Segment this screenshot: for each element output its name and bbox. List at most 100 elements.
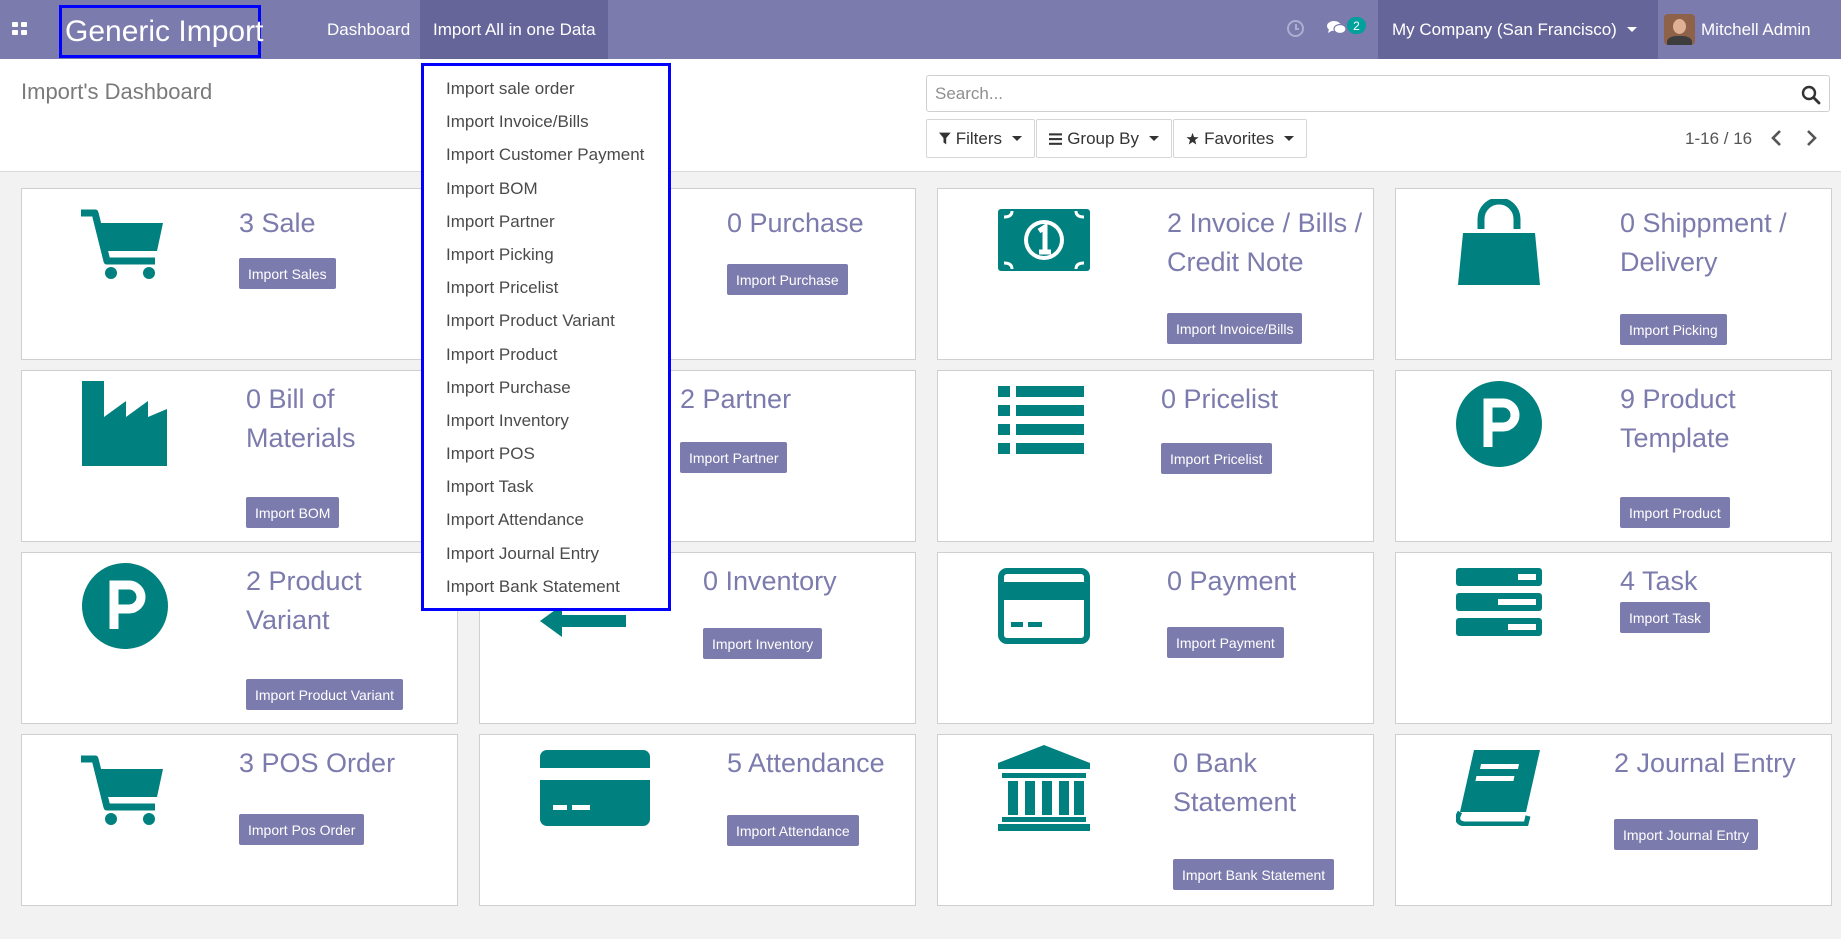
product-variant-p-icon (82, 563, 168, 649)
import-sales-button[interactable]: Import Sales (239, 258, 336, 289)
chevron-down-icon (1626, 27, 1637, 32)
filter-icon (939, 132, 951, 145)
search-box (926, 75, 1830, 112)
dropdown-item-journal-entry[interactable]: Import Journal Entry (424, 537, 668, 570)
import-payment-button[interactable]: Import Payment (1167, 627, 1284, 658)
import-purchase-button[interactable]: Import Purchase (727, 264, 848, 295)
import-picking-button[interactable]: Import Picking (1620, 314, 1727, 345)
card-task: 4 Task Import Task (1395, 552, 1832, 724)
import-bank-statement-button[interactable]: Import Bank Statement (1173, 859, 1335, 890)
import-product-variant-button[interactable]: Import Product Variant (246, 679, 404, 710)
control-panel: Import's Dashboard Filters Group By Favo… (0, 59, 1841, 172)
menu-dashboard[interactable]: Dashboard (327, 0, 410, 59)
card-title: 0 Purchase (727, 208, 864, 238)
chevron-down-icon (1284, 136, 1294, 141)
card-title: 0 Payment (1167, 566, 1297, 596)
card-pricelist: 0 Pricelist Import Pricelist (937, 370, 1374, 542)
pos-cart-icon (81, 755, 163, 825)
dropdown-item-task[interactable]: Import Task (424, 470, 668, 503)
menu-import-all[interactable]: Import All in one Data (420, 0, 608, 59)
avatar (1664, 14, 1695, 45)
page-title: Import's Dashboard (21, 79, 213, 104)
card-pos-order: 3 POS Order Import Pos Order (21, 734, 458, 906)
activity-clock-icon[interactable] (1287, 20, 1304, 37)
card-product-template: 9 Product Template Import Product (1395, 370, 1832, 542)
card-sale: 3 Sale Import Sales (21, 188, 458, 360)
card-journal-entry: 2 Journal Entry Import Journal Entry (1395, 734, 1832, 906)
favorites-button[interactable]: Favorites (1173, 119, 1307, 158)
dropdown-item-sale-order[interactable]: Import sale order (424, 72, 668, 105)
dropdown-item-partner[interactable]: Import Partner (424, 205, 668, 238)
import-invoice-button[interactable]: Import Invoice/Bills (1167, 313, 1303, 344)
product-p-icon (1456, 381, 1542, 467)
card-title: 0 Bank Statement (1173, 748, 1297, 817)
group-by-label: Group By (1067, 128, 1139, 148)
apps-menu-icon[interactable] (12, 22, 28, 36)
import-dropdown-menu: Import sale order Import Invoice/Bills I… (421, 63, 671, 611)
import-attendance-button[interactable]: Import Attendance (727, 815, 859, 846)
card-attendance: 5 Attendance Import Attendance (479, 734, 916, 906)
chevron-right-icon[interactable] (1800, 127, 1822, 149)
filters-button[interactable]: Filters (926, 119, 1035, 158)
import-bom-button[interactable]: Import BOM (246, 497, 340, 528)
dropdown-item-purchase[interactable]: Import Purchase (424, 371, 668, 404)
industry-icon (82, 381, 167, 466)
favorites-label: Favorites (1204, 128, 1274, 148)
dropdown-item-pricelist[interactable]: Import Pricelist (424, 271, 668, 304)
card-payment: 0 Payment Import Payment (937, 552, 1374, 724)
dropdown-item-bom[interactable]: Import BOM (424, 172, 668, 205)
search-input[interactable] (935, 80, 1775, 107)
tasks-icon (1456, 568, 1542, 636)
import-journal-entry-button[interactable]: Import Journal Entry (1614, 819, 1759, 850)
dropdown-item-product[interactable]: Import Product (424, 338, 668, 371)
card-title: 2 Invoice / Bills / Credit Note (1167, 208, 1363, 277)
search-icon[interactable] (1801, 85, 1821, 105)
card-bank-statement: 0 Bank Statement Import Bank Statement (937, 734, 1374, 906)
company-name: My Company (San Francisco) (1392, 19, 1617, 39)
card-title: 9 Product Template (1620, 384, 1736, 453)
chat-icon[interactable] (1327, 20, 1346, 35)
dropdown-item-inventory[interactable]: Import Inventory (424, 404, 668, 437)
dropdown-item-attendance[interactable]: Import Attendance (424, 503, 668, 536)
chevron-down-icon (1149, 136, 1159, 141)
card-invoice: 2 Invoice / Bills / Credit Note Import I… (937, 188, 1374, 360)
payment-card-icon (998, 568, 1090, 644)
import-task-button[interactable]: Import Task (1620, 602, 1711, 633)
card-title: 0 Inventory (703, 566, 837, 596)
book-icon (1456, 750, 1540, 826)
card-title: 5 Attendance (727, 748, 885, 778)
user-menu[interactable]: Mitchell Admin (1664, 0, 1841, 59)
list-icon (998, 386, 1084, 454)
dropdown-item-pos[interactable]: Import POS (424, 437, 668, 470)
chevron-left-icon[interactable] (1766, 127, 1788, 149)
star-icon (1186, 132, 1199, 144)
cart-icon (81, 209, 163, 279)
dropdown-item-bank-statement[interactable]: Import Bank Statement (424, 570, 668, 603)
top-navbar: Generic Import Dashboard Import All in o… (0, 0, 1841, 59)
card-shipment: 0 Shippment / Delivery Import Picking (1395, 188, 1832, 360)
dropdown-item-picking[interactable]: Import Picking (424, 238, 668, 271)
card-title: 2 Partner (680, 384, 792, 414)
app-brand[interactable]: Generic Import (59, 5, 263, 58)
import-product-button[interactable]: Import Product (1620, 497, 1730, 528)
card-title: 0 Shippment / Delivery (1620, 208, 1787, 277)
company-switcher[interactable]: My Company (San Francisco) (1378, 0, 1658, 59)
import-inventory-button[interactable]: Import Inventory (703, 628, 823, 659)
chat-count-badge: 2 (1347, 17, 1366, 34)
group-by-button[interactable]: Group By (1036, 119, 1172, 158)
pager-value: 1-16 / 16 (1685, 129, 1753, 148)
dropdown-item-product-variant[interactable]: Import Product Variant (424, 304, 668, 337)
dropdown-item-invoice-bills[interactable]: Import Invoice/Bills (424, 105, 668, 138)
card-title: 3 POS Order (239, 748, 396, 778)
card-title: 0 Bill of Materials (246, 384, 356, 453)
import-partner-button[interactable]: Import Partner (680, 442, 788, 473)
shopping-bag-icon (1458, 199, 1540, 285)
chevron-down-icon (1012, 136, 1022, 141)
import-pos-order-button[interactable]: Import Pos Order (239, 814, 365, 845)
card-title: 2 Product Variant (246, 566, 362, 635)
bars-icon (1049, 132, 1063, 145)
import-pricelist-button[interactable]: Import Pricelist (1161, 443, 1272, 474)
card-title: 0 Pricelist (1161, 384, 1279, 414)
dropdown-item-customer-payment[interactable]: Import Customer Payment (424, 138, 668, 171)
card-title: 2 Journal Entry (1614, 748, 1796, 778)
